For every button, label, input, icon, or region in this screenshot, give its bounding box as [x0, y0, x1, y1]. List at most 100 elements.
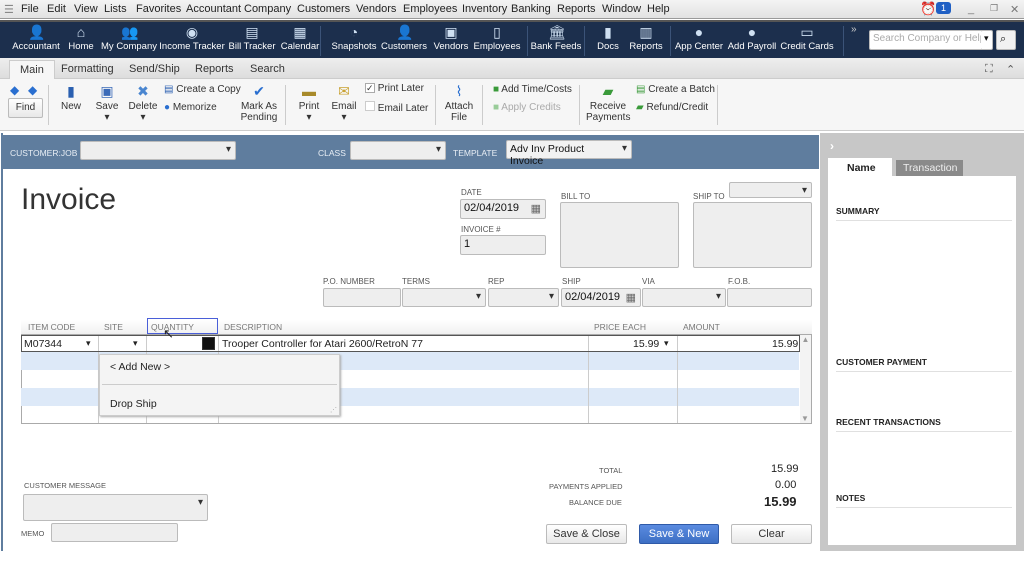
attach-file-button[interactable]: ⌇ Attach File: [444, 83, 474, 123]
iconbar-bill-tracker[interactable]: ▤ Bill Tracker: [229, 24, 276, 52]
more-icon[interactable]: »: [851, 24, 857, 35]
app-menu-icon[interactable]: ☰: [4, 3, 14, 16]
search-input[interactable]: Search Company or Help: [869, 30, 991, 50]
column-quantity[interactable]: QUANTITY: [147, 318, 218, 334]
memorize-button[interactable]: ● Memorize: [164, 102, 217, 113]
tab-formatting[interactable]: Formatting: [61, 63, 114, 75]
menu-file[interactable]: File: [21, 3, 39, 15]
class-dropdown[interactable]: [350, 141, 446, 160]
column-item-code[interactable]: ITEM CODE: [28, 322, 75, 332]
menu-customers[interactable]: Customers: [297, 3, 350, 15]
search-button[interactable]: ⌕: [996, 30, 1016, 50]
resize-grip-icon[interactable]: ⋰: [330, 406, 337, 414]
menu-view[interactable]: View: [74, 3, 98, 15]
column-amount[interactable]: AMOUNT: [683, 322, 720, 332]
dropdown-item-drop-ship[interactable]: Drop Ship: [110, 398, 157, 410]
po-number-field[interactable]: [323, 288, 401, 307]
ship-to-field[interactable]: [693, 202, 812, 268]
restore-icon[interactable]: ❐: [990, 3, 998, 14]
memo-field[interactable]: [51, 523, 178, 542]
iconbar-calendar[interactable]: ▦ Calendar: [281, 24, 320, 52]
ship-date-field[interactable]: 02/04/2019 ▦: [561, 288, 641, 307]
save-button[interactable]: ▣ Save ▾: [96, 83, 119, 123]
iconbar-home[interactable]: ⌂ Home: [68, 24, 93, 52]
menu-accountant[interactable]: Accountant: [186, 3, 241, 15]
column-price-each[interactable]: PRICE EACH: [594, 322, 646, 332]
refund-credit-button[interactable]: ▰ Refund/Credit: [636, 102, 708, 113]
chevron-down-icon[interactable]: ▾: [133, 338, 138, 349]
next-icon[interactable]: ◆: [28, 83, 37, 97]
iconbar-snapshots[interactable]: ◔ Snapshots: [332, 24, 377, 52]
date-field[interactable]: 02/04/2019 ▦: [460, 199, 546, 219]
calendar-icon[interactable]: ▦: [531, 202, 541, 215]
delete-button[interactable]: ✖ Delete ▾: [129, 83, 158, 123]
menu-inventory[interactable]: Inventory: [462, 3, 507, 15]
save-new-button[interactable]: Save & New: [639, 524, 719, 544]
new-button[interactable]: ▮ New: [61, 83, 81, 112]
calendar-icon[interactable]: ▦: [626, 291, 636, 304]
iconbar-reports[interactable]: ▥ Reports: [629, 24, 662, 52]
close-icon[interactable]: ✕: [1010, 3, 1019, 16]
menu-favorites[interactable]: Favorites: [136, 3, 181, 15]
chevron-down-icon[interactable]: ▾: [86, 338, 91, 349]
add-time-costs-button[interactable]: ■ Add Time/Costs: [493, 84, 572, 95]
invoice-number-field[interactable]: 1: [460, 235, 546, 255]
apply-credits-button[interactable]: ■ Apply Credits: [493, 102, 561, 113]
iconbar-add-payroll[interactable]: ● Add Payroll: [728, 24, 777, 52]
iconbar-bank-feeds[interactable]: 🏛 Bank Feeds: [531, 24, 582, 52]
column-description[interactable]: DESCRIPTION: [224, 322, 282, 332]
email-later-checkbox[interactable]: Email Later: [365, 101, 428, 114]
create-copy-button[interactable]: ▤ Create a Copy: [164, 84, 241, 95]
scroll-down-icon[interactable]: ▼: [801, 414, 809, 423]
customer-job-dropdown[interactable]: [80, 141, 236, 160]
iconbar-app-center[interactable]: ● App Center: [675, 24, 723, 52]
iconbar-my-company[interactable]: 👥 My Company: [101, 24, 157, 52]
collapse-ribbon-icon[interactable]: ⌃: [1006, 63, 1015, 76]
alarm-icon[interactable]: ⏰: [920, 1, 936, 17]
expand-icon[interactable]: ⛶: [985, 63, 993, 76]
iconbar-income-tracker[interactable]: ◉ Income Tracker: [159, 24, 224, 52]
menu-company[interactable]: Company: [244, 3, 291, 15]
item-code-cell[interactable]: M07344: [24, 338, 62, 350]
mark-pending-button[interactable]: ✔ Mark As Pending: [239, 83, 279, 123]
email-button[interactable]: ✉ Email ▾: [331, 83, 356, 123]
iconbar-customers[interactable]: 👤 Customers: [381, 24, 427, 52]
menu-employees[interactable]: Employees: [403, 3, 457, 15]
print-later-checkbox[interactable]: ✓ Print Later: [365, 83, 424, 94]
save-close-button[interactable]: Save & Close: [546, 524, 627, 544]
clear-button[interactable]: Clear: [731, 524, 812, 544]
tab-reports[interactable]: Reports: [195, 63, 234, 75]
template-dropdown[interactable]: Adv Inv Product Invoice: [506, 140, 632, 167]
create-batch-button[interactable]: ▤ Create a Batch: [636, 84, 715, 95]
iconbar-accountant[interactable]: 👤 Accountant: [12, 24, 60, 52]
menu-reports[interactable]: Reports: [557, 3, 596, 15]
column-site[interactable]: SITE: [104, 322, 123, 332]
chevron-down-icon[interactable]: ▾: [664, 338, 669, 349]
tab-main[interactable]: Main: [9, 60, 55, 80]
price-each-cell[interactable]: 15.99: [633, 338, 659, 350]
amount-cell[interactable]: 15.99: [772, 338, 798, 350]
table-scrollbar[interactable]: ▲ ▼: [800, 335, 811, 423]
terms-dropdown[interactable]: [402, 288, 486, 307]
side-tab-transaction[interactable]: Transaction: [896, 160, 963, 176]
ship-to-dropdown[interactable]: [729, 182, 812, 198]
iconbar-employees[interactable]: ▯ Employees: [474, 24, 521, 52]
search-scope-dropdown[interactable]: ▾: [981, 30, 993, 50]
previous-icon[interactable]: ◆: [10, 83, 19, 97]
menu-edit[interactable]: Edit: [47, 3, 66, 15]
find-button[interactable]: Find: [8, 98, 43, 118]
minimize-icon[interactable]: _: [968, 3, 974, 15]
iconbar-vendors[interactable]: ▣ Vendors: [434, 24, 469, 52]
menu-help[interactable]: Help: [647, 3, 670, 15]
receive-payments-button[interactable]: ▰ Receive Payments: [586, 83, 630, 123]
rep-dropdown[interactable]: [488, 288, 559, 307]
iconbar-docs[interactable]: ▮ Docs: [597, 24, 619, 52]
bill-to-field[interactable]: [560, 202, 679, 268]
notification-badge[interactable]: 1: [936, 2, 952, 14]
item-image-icon[interactable]: [202, 337, 215, 350]
menu-vendors[interactable]: Vendors: [356, 3, 396, 15]
menu-window[interactable]: Window: [602, 3, 641, 15]
menu-banking[interactable]: Banking: [511, 3, 551, 15]
print-button[interactable]: ▬ Print ▾: [299, 83, 320, 123]
side-tab-name[interactable]: Name: [828, 158, 892, 177]
